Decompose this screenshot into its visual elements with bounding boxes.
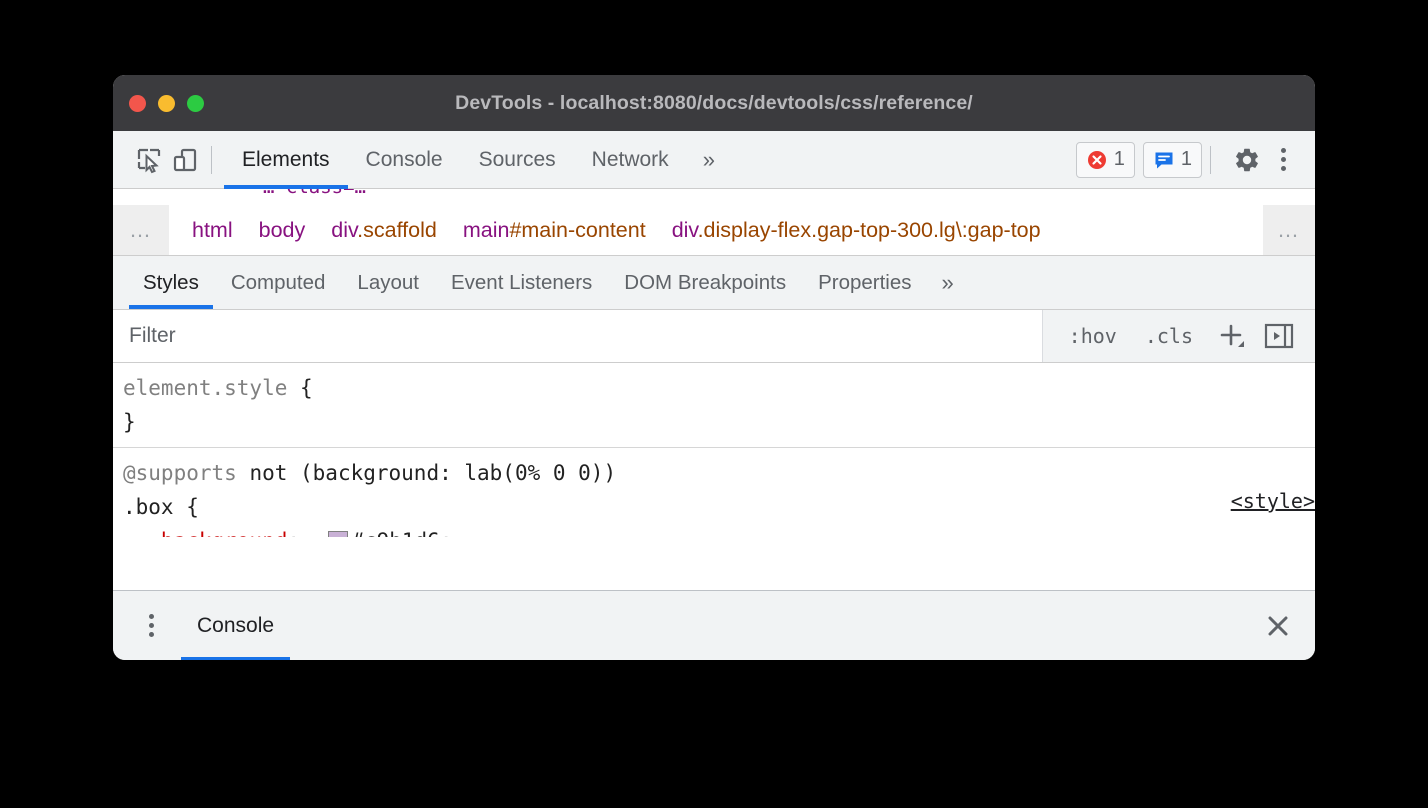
tab-console-label: Console: [366, 148, 443, 172]
breadcrumb-tag: div: [672, 218, 698, 242]
breadcrumb: … html body div.scaffold main#main-conte…: [113, 205, 1315, 256]
inspect-cursor-icon[interactable]: [131, 142, 167, 178]
stylesheet-source-link[interactable]: <style>: [1231, 484, 1315, 518]
breadcrumb-tag: html: [192, 218, 233, 242]
css-selector[interactable]: .box: [123, 495, 174, 519]
breadcrumb-item-main-content[interactable]: main#main-content: [450, 218, 659, 243]
tab-computed[interactable]: Computed: [215, 256, 342, 309]
css-rule-element-style[interactable]: element.style { }: [113, 363, 1315, 448]
drawer-kebab-menu-icon[interactable]: [131, 614, 171, 637]
tab-computed-label: Computed: [231, 271, 326, 295]
breadcrumb-tag: div: [331, 218, 357, 242]
zoom-window-button[interactable]: [187, 95, 204, 112]
dom-tree-sliver: … class=…: [113, 189, 1315, 205]
tab-event-listeners[interactable]: Event Listeners: [435, 256, 608, 309]
css-rule-selector-line: .box {: [123, 490, 1315, 524]
filter-actions: :hov .cls: [1043, 310, 1315, 362]
tab-layout-label: Layout: [357, 271, 419, 295]
breadcrumb-qualifier: #main-content: [509, 218, 645, 242]
tab-network[interactable]: Network: [574, 131, 687, 189]
css-property-value[interactable]: #c9b1d6;: [351, 529, 452, 537]
error-icon: [1086, 149, 1108, 171]
drawer-tab-console[interactable]: Console: [181, 591, 290, 661]
css-colon: :: [287, 529, 300, 537]
sidebar-pane-tabs: Styles Computed Layout Event Listeners D…: [113, 256, 1315, 310]
breadcrumb-item-div-display-flex[interactable]: div.display-flex.gap-top-300.lg\:gap-top: [659, 218, 1054, 243]
tab-styles-label: Styles: [143, 271, 199, 295]
css-open-brace: {: [287, 376, 312, 400]
window-titlebar: DevTools - localhost:8080/docs/devtools/…: [113, 75, 1315, 131]
devtools-window: DevTools - localhost:8080/docs/devtools/…: [113, 75, 1315, 660]
css-rule-box[interactable]: @supports not (background: lab(0% 0 0)) …: [113, 448, 1315, 537]
error-count-value: 1: [1114, 148, 1125, 171]
styles-filter-bar: Filter :hov .cls: [113, 310, 1315, 363]
more-panes-button[interactable]: »: [928, 256, 968, 309]
traffic-lights: [129, 75, 204, 131]
css-open-brace: {: [174, 495, 199, 519]
breadcrumb-overflow-right[interactable]: …: [1263, 205, 1315, 255]
minimize-window-button[interactable]: [158, 95, 175, 112]
css-at-rule-line: @supports not (background: lab(0% 0 0)): [123, 456, 1315, 490]
breadcrumb-overflow-left[interactable]: …: [113, 205, 169, 255]
close-icon[interactable]: [1255, 603, 1301, 649]
more-panels-button[interactable]: »: [687, 131, 731, 189]
message-icon: [1153, 149, 1175, 171]
computed-sidebar-toggle-icon[interactable]: [1257, 317, 1301, 355]
breadcrumb-item-div-scaffold[interactable]: div.scaffold: [318, 218, 450, 243]
kebab-menu-icon[interactable]: [1265, 142, 1301, 178]
css-at-rule-condition: not (background: lab(0% 0 0)): [237, 461, 616, 485]
main-toolbar: Elements Console Sources Network » 1: [113, 131, 1315, 189]
kebab-dots: [149, 614, 154, 637]
breadcrumb-qualifier: .display-flex.gap-top-300.lg\:gap-top: [698, 218, 1041, 242]
window-title: DevTools - localhost:8080/docs/devtools/…: [113, 92, 1315, 115]
breadcrumb-qualifier: .scaffold: [357, 218, 437, 242]
gear-icon[interactable]: [1229, 142, 1265, 178]
tab-network-label: Network: [592, 148, 669, 172]
message-count-badge[interactable]: 1: [1143, 142, 1202, 178]
breadcrumb-tag: main: [463, 218, 510, 242]
tab-sources-label: Sources: [479, 148, 556, 172]
chevron-right-icon[interactable]: ▶: [313, 524, 323, 537]
styles-pane: element.style { } @supports not (backgro…: [113, 363, 1315, 537]
color-swatch[interactable]: [328, 531, 348, 537]
css-declaration-background[interactable]: background: ▶ #c9b1d6;: [123, 524, 1315, 537]
breadcrumb-item-html[interactable]: html: [179, 218, 246, 243]
toolbar-divider: [211, 146, 212, 174]
hov-toggle-button[interactable]: :hov: [1057, 317, 1129, 355]
dom-tree-sliver-text: … class=…: [263, 189, 366, 198]
css-close-brace: }: [123, 405, 1315, 439]
tab-dom-breakpoints[interactable]: DOM Breakpoints: [608, 256, 802, 309]
console-drawer: Console: [113, 590, 1315, 660]
tab-elements-label: Elements: [242, 148, 330, 172]
css-property-name[interactable]: background: [161, 529, 287, 537]
plus-icon[interactable]: [1209, 317, 1253, 355]
drawer-tab-console-label: Console: [197, 614, 274, 638]
panel-tabs: Elements Console Sources Network »: [224, 131, 731, 189]
breadcrumb-tag: body: [259, 218, 306, 242]
kebab-dots: [1281, 148, 1286, 171]
filter-input[interactable]: Filter: [113, 310, 1043, 362]
tab-styles[interactable]: Styles: [127, 256, 215, 309]
message-count-value: 1: [1181, 148, 1192, 171]
breadcrumb-list: html body div.scaffold main#main-content…: [169, 218, 1315, 243]
tab-sources[interactable]: Sources: [461, 131, 574, 189]
css-selector[interactable]: element.style: [123, 376, 287, 400]
tab-properties-label: Properties: [818, 271, 911, 295]
tab-dom-breakpoints-label: DOM Breakpoints: [624, 271, 786, 295]
tab-properties[interactable]: Properties: [802, 256, 927, 309]
cls-toggle-button[interactable]: .cls: [1133, 317, 1205, 355]
breadcrumb-item-body[interactable]: body: [246, 218, 319, 243]
close-window-button[interactable]: [129, 95, 146, 112]
css-rule-selector-line: element.style {: [123, 371, 1315, 405]
tab-layout[interactable]: Layout: [341, 256, 435, 309]
error-count-badge[interactable]: 1: [1076, 142, 1135, 178]
css-at-rule-keyword: @supports: [123, 461, 237, 485]
tab-console[interactable]: Console: [348, 131, 461, 189]
toolbar-divider-2: [1210, 146, 1211, 174]
device-toggle-icon[interactable]: [167, 142, 203, 178]
tab-elements[interactable]: Elements: [224, 131, 348, 189]
tab-event-listeners-label: Event Listeners: [451, 271, 592, 295]
